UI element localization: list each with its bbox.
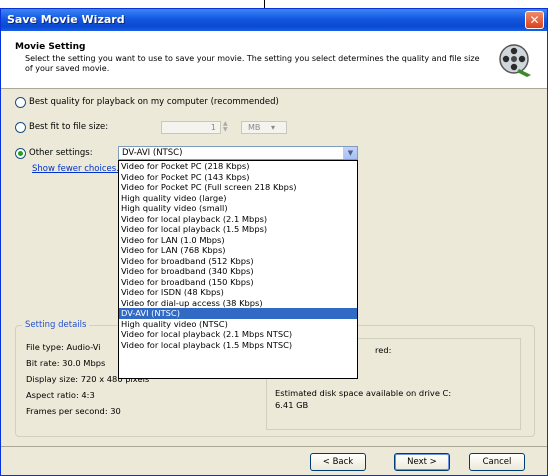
dropdown-item[interactable]: Video for local playback (2.1 Mbps)	[119, 214, 357, 225]
cancel-button[interactable]: Cancel	[469, 453, 525, 471]
chevron-down-icon: ▾	[270, 123, 275, 132]
dropdown-item[interactable]: DV-AVI (NTSC)	[119, 308, 357, 319]
other-settings-option[interactable]: Other settings:	[15, 147, 93, 159]
dropdown-item[interactable]: Video for broadband (150 Kbps)	[119, 277, 357, 288]
best-fit-option[interactable]: Best fit to file size:	[15, 121, 108, 133]
best-quality-option[interactable]: Best quality for playback on my computer…	[15, 96, 279, 108]
setting-details-label: Setting details	[22, 320, 90, 330]
other-settings-radio[interactable]	[15, 147, 26, 159]
disk-space-label: Estimated disk space available on drive …	[275, 388, 452, 398]
dropdown-item[interactable]: Video for ISDN (48 Kbps)	[119, 287, 357, 298]
best-quality-radio[interactable]	[15, 96, 26, 108]
dropdown-item[interactable]: High quality video (small)	[119, 203, 357, 214]
dropdown-item[interactable]: Video for LAN (1.0 Mbps)	[119, 235, 357, 246]
dropdown-item[interactable]: Video for local playback (2.1 Mbps NTSC)	[119, 329, 357, 340]
film-reel-icon	[499, 44, 531, 77]
other-settings-label: Other settings:	[29, 148, 93, 158]
file-type-text: File type: Audio-Vi	[26, 342, 101, 352]
close-button[interactable]: ✕	[525, 11, 544, 29]
show-fewer-choices-link[interactable]: Show fewer choices...	[32, 164, 124, 174]
dropdown-item[interactable]: Video for local playback (1.5 Mbps NTSC)	[119, 340, 357, 351]
aspect-ratio-text: Aspect ratio: 4:3	[26, 390, 95, 400]
page-description: Select the setting you want to use to sa…	[25, 54, 480, 73]
best-fit-label: Best fit to file size:	[29, 122, 109, 132]
dropdown-item[interactable]: Video for broadband (340 Kbps)	[119, 266, 357, 277]
best-quality-label: Best quality for playback on my computer…	[29, 97, 279, 107]
space-required-text: red:	[375, 345, 392, 355]
bit-rate-text: Bit rate: 30.0 Mbps	[26, 358, 106, 368]
chevron-down-icon[interactable]: ▼	[343, 147, 357, 159]
dropdown-item[interactable]: Video for LAN (768 Kbps)	[119, 245, 357, 256]
other-settings-select[interactable]: DV-AVI (NTSC) ▼	[118, 146, 358, 160]
window-title: Save Movie Wizard	[7, 13, 125, 26]
dropdown-item[interactable]: Video for Pocket PC (Full screen 218 Kbp…	[119, 182, 357, 193]
wizard-header: Movie Setting Select the setting you wan…	[1, 31, 547, 89]
disk-space-value: 6.41 GB	[275, 400, 309, 410]
file-size-unit-select[interactable]: MB ▾	[241, 121, 287, 134]
dropdown-item[interactable]: Video for dial-up access (38 Kbps)	[119, 298, 357, 309]
next-button[interactable]: Next >	[394, 453, 450, 471]
footer-divider	[1, 446, 547, 447]
dropdown-item[interactable]: Video for Pocket PC (143 Kbps)	[119, 172, 357, 183]
other-settings-value: DV-AVI (NTSC)	[122, 148, 183, 158]
text-cursor	[264, 0, 265, 8]
save-movie-wizard-window: Save Movie Wizard ✕ Movie Setting Select…	[0, 8, 548, 476]
page-title: Movie Setting	[15, 42, 86, 52]
settings-dropdown-list[interactable]: Video for Pocket PC (218 Kbps) Video for …	[118, 160, 358, 379]
file-size-unit-value: MB	[248, 123, 261, 132]
file-size-spinner[interactable]: ▲ ▼	[223, 121, 231, 134]
file-size-input[interactable]: 1	[161, 121, 221, 134]
best-fit-radio[interactable]	[15, 121, 26, 133]
dropdown-item[interactable]: Video for local playback (1.5 Mbps)	[119, 224, 357, 235]
back-button[interactable]: < Back	[310, 453, 366, 471]
dropdown-item[interactable]: Video for Pocket PC (218 Kbps)	[119, 161, 357, 172]
dropdown-item[interactable]: Video for broadband (512 Kbps)	[119, 256, 357, 267]
dropdown-item[interactable]: High quality video (large)	[119, 193, 357, 204]
dropdown-item[interactable]: High quality video (NTSC)	[119, 319, 357, 330]
title-bar[interactable]: Save Movie Wizard ✕	[1, 9, 547, 31]
fps-text: Frames per second: 30	[26, 406, 121, 416]
